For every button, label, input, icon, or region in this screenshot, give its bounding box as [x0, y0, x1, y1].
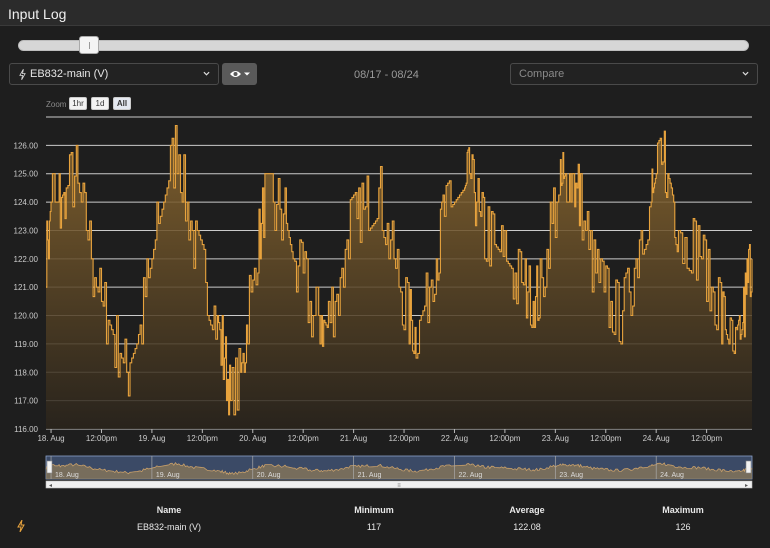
stats-header-minimum: Minimum	[354, 505, 394, 515]
navigator-label: 19. Aug	[156, 472, 180, 479]
y-tick-label: 117.00	[14, 397, 38, 406]
y-tick-label: 123.00	[14, 226, 39, 235]
bolt-icon	[17, 520, 25, 532]
x-tick-label: 20. Aug	[239, 434, 266, 443]
stats-header-maximum: Maximum	[662, 505, 704, 515]
x-tick-label: 12:00pm	[288, 434, 319, 443]
navigator-label: 23. Aug	[559, 472, 583, 479]
y-tick-label: 125.00	[14, 170, 39, 179]
x-tick-label: 12:00pm	[489, 434, 520, 443]
x-tick-label: 22. Aug	[441, 434, 468, 443]
y-tick-label: 116.00	[14, 425, 38, 434]
navigator-label: 24. Aug	[660, 472, 684, 479]
x-tick-label: 12:00pm	[187, 434, 218, 443]
stats-row-name: EB832-main (V)	[136, 522, 202, 532]
stats-row-average: 122.08	[513, 522, 541, 532]
y-tick-label: 124.00	[14, 198, 39, 207]
navigator-label: 18. Aug	[55, 472, 79, 479]
voltage-chart: 116.00 117.00 118.00 119.00 120.00 121.00 122.…	[14, 116, 753, 489]
y-tick-label: 122.00	[14, 255, 39, 264]
stats-row-maximum: 126	[675, 522, 691, 532]
y-tick-label: 120.00	[14, 312, 39, 321]
stats-header-name: Name	[156, 505, 182, 515]
x-tick-label: 12:00pm	[691, 434, 722, 443]
scroll-left-icon[interactable]: ◂	[49, 483, 52, 489]
navigator-label: 20. Aug	[257, 472, 281, 479]
navigator-handle[interactable]	[46, 460, 53, 474]
x-tick-label: 19. Aug	[138, 434, 165, 443]
scroll-right-icon[interactable]: ▸	[745, 483, 748, 489]
x-tick-label: 23. Aug	[542, 434, 569, 443]
navigator-label: 22. Aug	[458, 472, 482, 479]
stats-row-minimum: 117	[366, 522, 382, 532]
y-tick-label: 126.00	[14, 141, 39, 150]
x-tick-label: 24. Aug	[643, 434, 670, 443]
navigator-handle[interactable]	[745, 460, 752, 474]
y-tick-label: 121.00	[14, 283, 39, 292]
x-tick-label: 18. Aug	[37, 434, 64, 443]
x-tick-label: 12:00pm	[590, 434, 621, 443]
scrollbar-grip-icon: ≡	[397, 483, 401, 489]
navigator-label: 21. Aug	[358, 472, 382, 479]
x-tick-label: 21. Aug	[340, 434, 367, 443]
stats-table: Name Minimum Average Maximum EB832-main …	[0, 500, 770, 548]
stats-header-average: Average	[509, 505, 545, 515]
y-tick-label: 119.00	[14, 340, 38, 349]
y-tick-label: 118.00	[14, 368, 38, 377]
x-tick-label: 12:00pm	[388, 434, 419, 443]
x-tick-label: 12:00pm	[86, 434, 117, 443]
